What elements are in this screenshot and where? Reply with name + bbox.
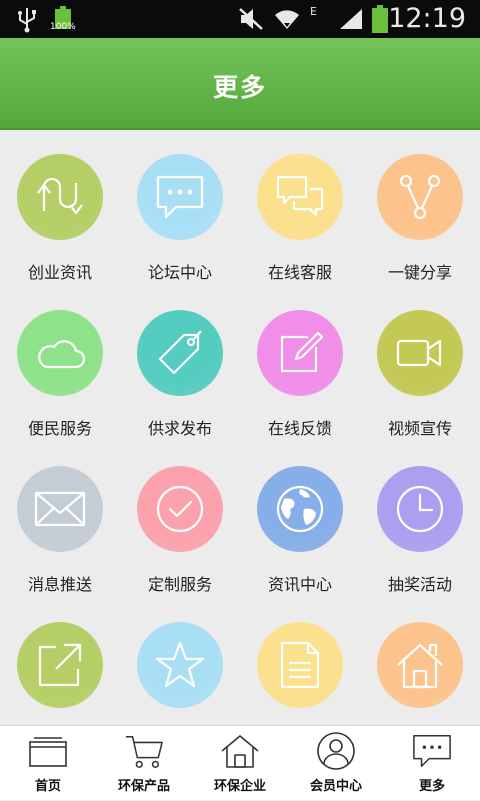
grid-item-feedback[interactable]: 在线反馈 <box>240 288 360 444</box>
grid-item-icon-bg <box>137 310 223 396</box>
grid-item-messages[interactable]: 消息推送 <box>0 444 120 600</box>
cart-icon <box>124 731 164 771</box>
tab-label: 更多 <box>418 779 445 794</box>
feature-grid: 创业资讯 论坛中心 在线客服 一键分享 便民服务 供求发布 在线反馈 视频宣传 … <box>0 132 480 725</box>
title-bar: 更多 <box>0 38 480 130</box>
tab-label: 首页 <box>34 779 61 794</box>
grid-item-label: 抽奖活动 <box>387 575 452 594</box>
grid-item-icon-bg <box>257 310 343 396</box>
tab-more[interactable]: 更多 <box>384 726 480 801</box>
external-link-icon <box>38 643 82 687</box>
grid-item-icon-bg <box>257 466 343 552</box>
globe-icon <box>276 485 324 533</box>
check-circle-icon <box>156 485 204 533</box>
grid-item-icon-bg <box>137 154 223 240</box>
chat-bubbles-icon <box>276 175 324 217</box>
grid-item-icon-bg <box>17 154 103 240</box>
grid-item-icon-bg <box>377 466 463 552</box>
house-icon <box>220 731 260 771</box>
usb-icon <box>14 0 40 38</box>
grid-item-label: 一键分享 <box>387 263 452 282</box>
grid-item-icon-bg <box>257 622 343 708</box>
grid-item-icon-bg <box>137 622 223 708</box>
grid-item-label: 在线客服 <box>267 263 332 282</box>
grid-item-favorites[interactable] <box>120 600 240 725</box>
grid-item-label: 便民服务 <box>27 419 92 438</box>
chat-bubble-dots-icon <box>156 175 204 219</box>
share-icon <box>399 174 441 220</box>
grid-item-forum[interactable]: 论坛中心 <box>120 132 240 288</box>
grid-item-label: 消息推送 <box>27 575 92 594</box>
video-camera-icon <box>396 339 442 367</box>
grid-item-icon-bg <box>377 310 463 396</box>
window-icon <box>28 731 68 771</box>
tab-label: 环保企业 <box>213 779 266 794</box>
grid-item-news-center[interactable]: 资讯中心 <box>240 444 360 600</box>
signal-icon <box>336 0 366 38</box>
network-type-label: E <box>310 5 317 18</box>
grid-item-video[interactable]: 视频宣传 <box>360 288 480 444</box>
grid-item-label: 视频宣传 <box>387 419 452 438</box>
home-icon <box>397 643 443 689</box>
more-icon <box>412 731 452 771</box>
battery-percent: 100% <box>50 22 76 32</box>
u-turn-arrows-icon <box>37 177 83 215</box>
clock-time: 12:19 <box>388 3 466 34</box>
cloud-icon <box>38 340 86 369</box>
star-icon <box>155 641 205 688</box>
grid-item-online-service[interactable]: 在线客服 <box>240 132 360 288</box>
battery-icon <box>370 0 390 38</box>
battery-small-icon <box>52 0 74 38</box>
grid-item-label: 供求发布 <box>147 419 212 438</box>
tag-icon <box>158 330 202 375</box>
tab-member-center[interactable]: 会员中心 <box>288 726 384 801</box>
grid-item-label: 论坛中心 <box>147 263 212 282</box>
wifi-icon <box>272 0 302 38</box>
tab-eco-enterprises[interactable]: 环保企业 <box>192 726 288 801</box>
grid-item-icon-bg <box>137 466 223 552</box>
grid-item-external-link[interactable] <box>0 600 120 725</box>
grid-item-custom-service[interactable]: 定制服务 <box>120 444 240 600</box>
grid-item-icon-bg <box>17 466 103 552</box>
grid-item-icon-bg <box>17 310 103 396</box>
document-icon <box>280 641 320 689</box>
edit-icon <box>280 331 324 373</box>
grid-item-label: 资讯中心 <box>267 575 332 594</box>
tab-eco-products[interactable]: 环保产品 <box>96 726 192 801</box>
status-bar: 100% E 12:19 <box>0 0 480 38</box>
grid-item-label: 创业资讯 <box>27 263 92 282</box>
page-title: 更多 <box>212 73 267 102</box>
grid-item-entrepreneur-news[interactable]: 创业资讯 <box>0 132 120 288</box>
bottom-tab-bar: 首页 环保产品 环保企业 会员中心 更多 <box>0 725 480 800</box>
grid-item-share[interactable]: 一键分享 <box>360 132 480 288</box>
grid-item-convenience[interactable]: 便民服务 <box>0 288 120 444</box>
grid-item-label: 定制服务 <box>147 575 212 594</box>
grid-item-supply-demand[interactable]: 供求发布 <box>120 288 240 444</box>
user-icon <box>316 731 356 771</box>
tab-label: 环保产品 <box>117 779 170 794</box>
clock-icon <box>396 485 444 533</box>
mute-icon <box>236 0 266 38</box>
tab-label: 会员中心 <box>309 779 362 794</box>
tab-home[interactable]: 首页 <box>0 726 96 801</box>
grid-item-lottery[interactable]: 抽奖活动 <box>360 444 480 600</box>
grid-item-icon-bg <box>377 622 463 708</box>
grid-item-icon-bg <box>17 622 103 708</box>
grid-item-documents[interactable] <box>240 600 360 725</box>
grid-item-icon-bg <box>377 154 463 240</box>
grid-item-icon-bg <box>257 154 343 240</box>
envelope-icon <box>34 491 86 527</box>
grid-item-home[interactable] <box>360 600 480 725</box>
grid-item-label: 在线反馈 <box>267 419 332 438</box>
